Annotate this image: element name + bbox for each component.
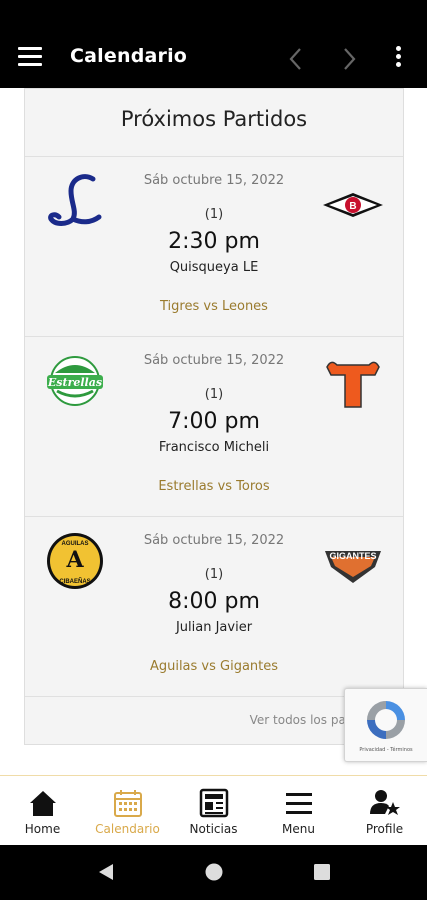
game-row[interactable]: Estrellas Sáb octubre 15, 2022 (1) 7:00 … — [25, 337, 403, 517]
game-matchup[interactable]: Tigres vs Leones — [25, 299, 403, 314]
bottom-navigation: Home Calendario Noticias Menu Profile — [0, 775, 427, 845]
home-circle-icon[interactable] — [204, 862, 224, 882]
nav-item-home[interactable]: Home — [0, 776, 85, 846]
back-icon[interactable] — [96, 862, 116, 882]
hamburger-menu-icon[interactable] — [18, 47, 42, 67]
tigres-logo: B — [323, 193, 383, 217]
card-title: Próximos Partidos — [120, 107, 308, 131]
nav-label: Profile — [365, 822, 404, 836]
nav-item-profile[interactable]: Profile — [342, 776, 427, 846]
nav-label: Noticias — [189, 822, 238, 836]
game-row[interactable]: AGUILAS A CIBAEÑAS Sáb octubre 15, 2022 … — [25, 517, 403, 697]
nav-item-menu[interactable]: Menu — [256, 776, 341, 846]
recaptcha-icon — [367, 701, 405, 739]
recaptcha-badge[interactable]: Privacidad - Términos — [344, 688, 427, 762]
chevron-right-icon[interactable] — [338, 44, 360, 74]
game-row[interactable]: Sáb octubre 15, 2022 (1) 2:30 pm Quisque… — [25, 157, 403, 337]
gigantes-logo-text: GIGANTES — [329, 551, 376, 561]
game-matchup[interactable]: Estrellas vs Toros — [25, 479, 403, 494]
recaptcha-links[interactable]: Privacidad - Términos — [345, 747, 427, 753]
game-matchup[interactable]: Aguilas vs Gigantes — [25, 659, 403, 674]
app-bar: Calendario — [0, 0, 427, 88]
game-venue: Francisco Micheli — [158, 440, 270, 455]
nav-item-noticias[interactable]: Noticias — [171, 776, 256, 846]
toros-logo — [326, 361, 380, 408]
see-all-games-link[interactable]: Ver todos los partidos — [25, 713, 380, 727]
recents-icon[interactable] — [312, 862, 332, 882]
upcoming-games-card: Próximos Partidos Sáb octubre 15, 2022 (… — [24, 88, 404, 745]
svg-text:B: B — [349, 201, 356, 212]
page-title: Calendario — [70, 45, 188, 67]
home-icon — [30, 791, 56, 816]
game-venue: Quisqueya LE — [169, 260, 259, 275]
nav-label: Menu — [282, 822, 315, 836]
nav-item-calendario[interactable]: Calendario — [85, 776, 170, 846]
newspaper-icon — [199, 788, 229, 818]
system-navigation-bar — [0, 845, 427, 900]
calendar-icon — [114, 790, 142, 817]
more-vertical-icon[interactable] — [393, 46, 403, 70]
nav-label: Home — [24, 822, 61, 836]
chevron-left-icon[interactable] — [285, 44, 307, 74]
gigantes-logo: GIGANTES — [325, 551, 381, 583]
menu-icon — [286, 793, 312, 814]
nav-label: Calendario — [95, 822, 160, 836]
profile-star-icon — [370, 790, 400, 815]
game-venue: Julian Javier — [175, 620, 253, 635]
